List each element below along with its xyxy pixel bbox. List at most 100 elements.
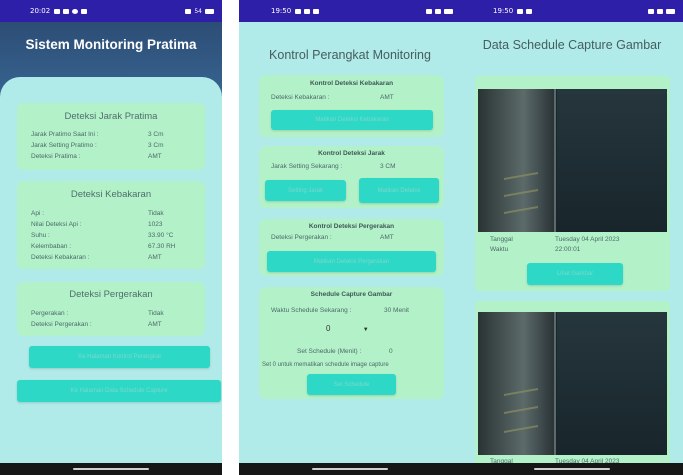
schedule-hint: Set 0 untuk mematikan schedule image cap… <box>262 362 389 368</box>
data-schedule-button[interactable]: Ke Halaman Data Schedule Capture <box>17 380 221 402</box>
status-right: 54 <box>185 0 214 22</box>
status-right <box>426 0 453 22</box>
card-title: Kontrol Deteksi Jarak <box>318 150 385 157</box>
wifi-icon <box>426 8 432 14</box>
signal-icon <box>185 8 192 14</box>
chevron-down-icon: ▼ <box>362 327 369 333</box>
row-value: 3 Cm <box>148 142 164 149</box>
page-title: Sistem Monitoring Pratima <box>25 37 197 52</box>
kontrol-perangkat-button[interactable]: Ke Halaman Kontrol Perangkat <box>29 346 210 368</box>
row-label: Deteksi Kebakaran : <box>271 94 330 101</box>
status-right <box>648 0 675 22</box>
row-label: Waktu Schedule Sekarang : <box>271 307 352 314</box>
card-kontrol-jarak: Kontrol Deteksi Jarak Jarak Setting Seka… <box>259 146 444 208</box>
row-label: Kelembaban : <box>31 243 72 250</box>
card-title: Schedule Capture Gambar <box>310 291 393 298</box>
notification-icon <box>72 8 79 14</box>
tanggal-value: Tuesday 04 April 2023 <box>555 236 620 243</box>
row-value: AMT <box>148 153 162 160</box>
status-time: 20:02 <box>30 7 51 15</box>
lihat-gambar-button[interactable]: Lihat Gambar <box>527 263 623 285</box>
row-value: Tidak <box>148 210 164 217</box>
card-kontrol-kebakaran: Kontrol Deteksi Kebakaran Deteksi Kebaka… <box>259 75 444 137</box>
matikan-kebakaran-button[interactable]: Matikan Deteksi Kebakaran <box>271 110 433 130</box>
card-schedule-capture: Schedule Capture Gambar Waktu Schedule S… <box>259 287 444 399</box>
wifi-icon <box>648 8 654 14</box>
notification-icons <box>517 8 533 14</box>
set-schedule-button[interactable]: Set Schedule <box>307 374 396 395</box>
waktu-value: 22:00:01 <box>555 246 581 253</box>
capture-item: Tanggal Tuesday 04 April 2023 Waktu 22:0… <box>475 76 670 291</box>
card-deteksi-jarak: Deteksi Jarak Pratima Jarak Pratimo Saat… <box>17 103 205 170</box>
row-deteksi-pratima: Deteksi Pratima : <box>31 153 81 160</box>
card-deteksi-kebakaran: Deteksi Kebakaran Api : Tidak Nilai Dete… <box>17 181 205 269</box>
page-title: Data Schedule Capture Gambar <box>482 38 662 52</box>
monitoring-screen: 20:02 54 Sistem Monitoring Pratima Detek… <box>0 0 222 475</box>
row-value: 0 <box>389 348 393 355</box>
row-label: Deteksi Pergerakan : <box>31 321 92 328</box>
value-text: 3 Cm <box>148 131 164 138</box>
row-value: 3 Cm <box>148 131 164 138</box>
value-text: 3 Cm <box>148 142 164 149</box>
signal-icon <box>435 8 441 14</box>
page-title: Kontrol Perangkat Monitoring <box>269 48 431 62</box>
row-value: 1023 <box>148 221 163 228</box>
row-value: Tidak <box>148 310 164 317</box>
schedule-data-screen: 19:50 Data Schedule Capture Gambar Tangg… <box>461 0 683 475</box>
capture-image[interactable] <box>478 312 667 455</box>
setting-jarak-button[interactable]: Setting Jarak <box>265 180 346 201</box>
notification-icon <box>526 8 533 14</box>
battery-icon <box>205 8 214 14</box>
notification-icon <box>63 8 70 14</box>
nav-bar <box>0 463 222 475</box>
notification-icon <box>304 8 311 14</box>
home-indicator[interactable] <box>312 468 388 470</box>
row-value: AMT <box>148 321 162 328</box>
schedule-dropdown[interactable]: 0 ▼ <box>326 324 369 333</box>
row-value: AMT <box>380 234 394 241</box>
row-label: Pergerakan : <box>31 310 69 317</box>
status-bar: 20:02 54 <box>0 0 222 22</box>
card-title: Kontrol Deteksi Kebakaran <box>309 80 394 87</box>
card-title: Deteksi Kebakaran <box>70 189 152 200</box>
row-value: AMT <box>148 254 162 261</box>
card-kontrol-pergerakan: Kontrol Deteksi Pergerakan Deteksi Perge… <box>259 219 444 276</box>
status-time: 19:50 <box>271 7 292 15</box>
row-label: Suhu : <box>31 232 50 239</box>
row-label: Deteksi Pratima : <box>31 153 81 160</box>
notification-icon <box>81 8 88 14</box>
waktu-label: Waktu <box>490 246 509 253</box>
matikan-jarak-button[interactable]: Matikan Deteksi <box>359 178 439 203</box>
row-label: Deteksi Kebakaran : <box>31 254 90 261</box>
row-label: Api : <box>31 210 45 217</box>
status-bar: 19:50 <box>461 0 683 22</box>
card-title: Deteksi Pergerakan <box>69 289 153 300</box>
row-label: Jarak Pratimo Saat Ini : <box>31 131 99 138</box>
home-indicator[interactable] <box>73 468 149 470</box>
row-value: 33.90 °C <box>148 232 174 239</box>
card-title: Deteksi Jarak Pratima <box>64 111 158 122</box>
row-value: 3 CM <box>380 163 396 170</box>
row-value: AMT <box>380 94 394 101</box>
card-title: Kontrol Deteksi Pergerakan <box>308 223 395 230</box>
row-label: Jarak Setting Sekarang : <box>271 163 343 170</box>
card-deteksi-pergerakan: Deteksi Pergerakan Pergerakan : Tidak De… <box>17 282 205 336</box>
row-label: Jarak Setting Pratimo : <box>31 142 97 149</box>
row-jarak-setting: Jarak Setting Pratimo : <box>31 142 97 149</box>
home-indicator[interactable] <box>534 468 610 470</box>
status-bar: 19:50 <box>239 0 461 22</box>
row-jarak-saat-ini: Jarak Pratimo Saat Ini : <box>31 131 99 138</box>
row-label: Set Schedule (Menit) : <box>297 348 362 355</box>
capture-item: Tanggal Tuesday 04 April 2023 <box>475 301 670 471</box>
notification-icon <box>313 8 320 14</box>
notification-icons <box>54 8 88 14</box>
nav-bar <box>239 463 461 475</box>
matikan-pergerakan-button[interactable]: Matikan Deteksi Pergerakan <box>267 251 436 272</box>
notification-icons <box>295 8 320 14</box>
status-time: 19:50 <box>493 7 514 15</box>
row-value: 67.30 RH <box>148 243 176 250</box>
battery-icon <box>666 8 675 14</box>
row-value: 30 Menit <box>384 307 409 314</box>
tanggal-label: Tanggal <box>490 236 513 243</box>
capture-image[interactable] <box>478 89 667 232</box>
